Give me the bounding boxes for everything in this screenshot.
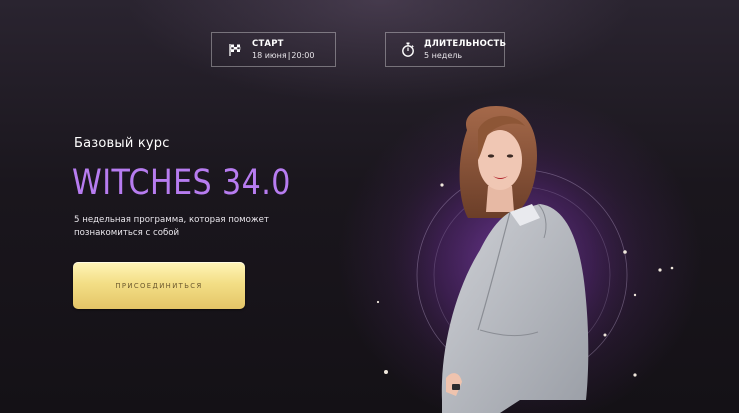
start-label: СТАРТ [252, 38, 284, 49]
join-button[interactable]: ПРИСОЕДИНИТЬСЯ [73, 262, 245, 309]
stopwatch-icon [401, 42, 415, 58]
landing-hero: СТАРТ 18 июня|20:00 ДЛИТЕЛЬНОСТЬ 5 недел… [0, 0, 739, 413]
course-subtitle: Базовый курс [74, 136, 170, 151]
course-title: WITCHES 34.0 [72, 163, 291, 203]
course-description: 5 недельная программа, которая поможет п… [74, 215, 269, 238]
start-date: 18 июня [252, 50, 287, 60]
start-separator: | [287, 50, 291, 60]
join-button-label: ПРИСОЕДИНИТЬСЯ [115, 281, 203, 290]
duration-label: ДЛИТЕЛЬНОСТЬ [424, 38, 507, 49]
duration-info-box: ДЛИТЕЛЬНОСТЬ 5 недель [385, 32, 507, 67]
start-datetime: 18 июня|20:00 [252, 50, 314, 62]
start-time: 20:00 [291, 50, 315, 60]
portrait-image [376, 106, 674, 413]
duration-value: 5 недель [424, 50, 463, 60]
flag-icon [227, 42, 243, 58]
start-info-box: СТАРТ 18 июня|20:00 [211, 32, 336, 67]
